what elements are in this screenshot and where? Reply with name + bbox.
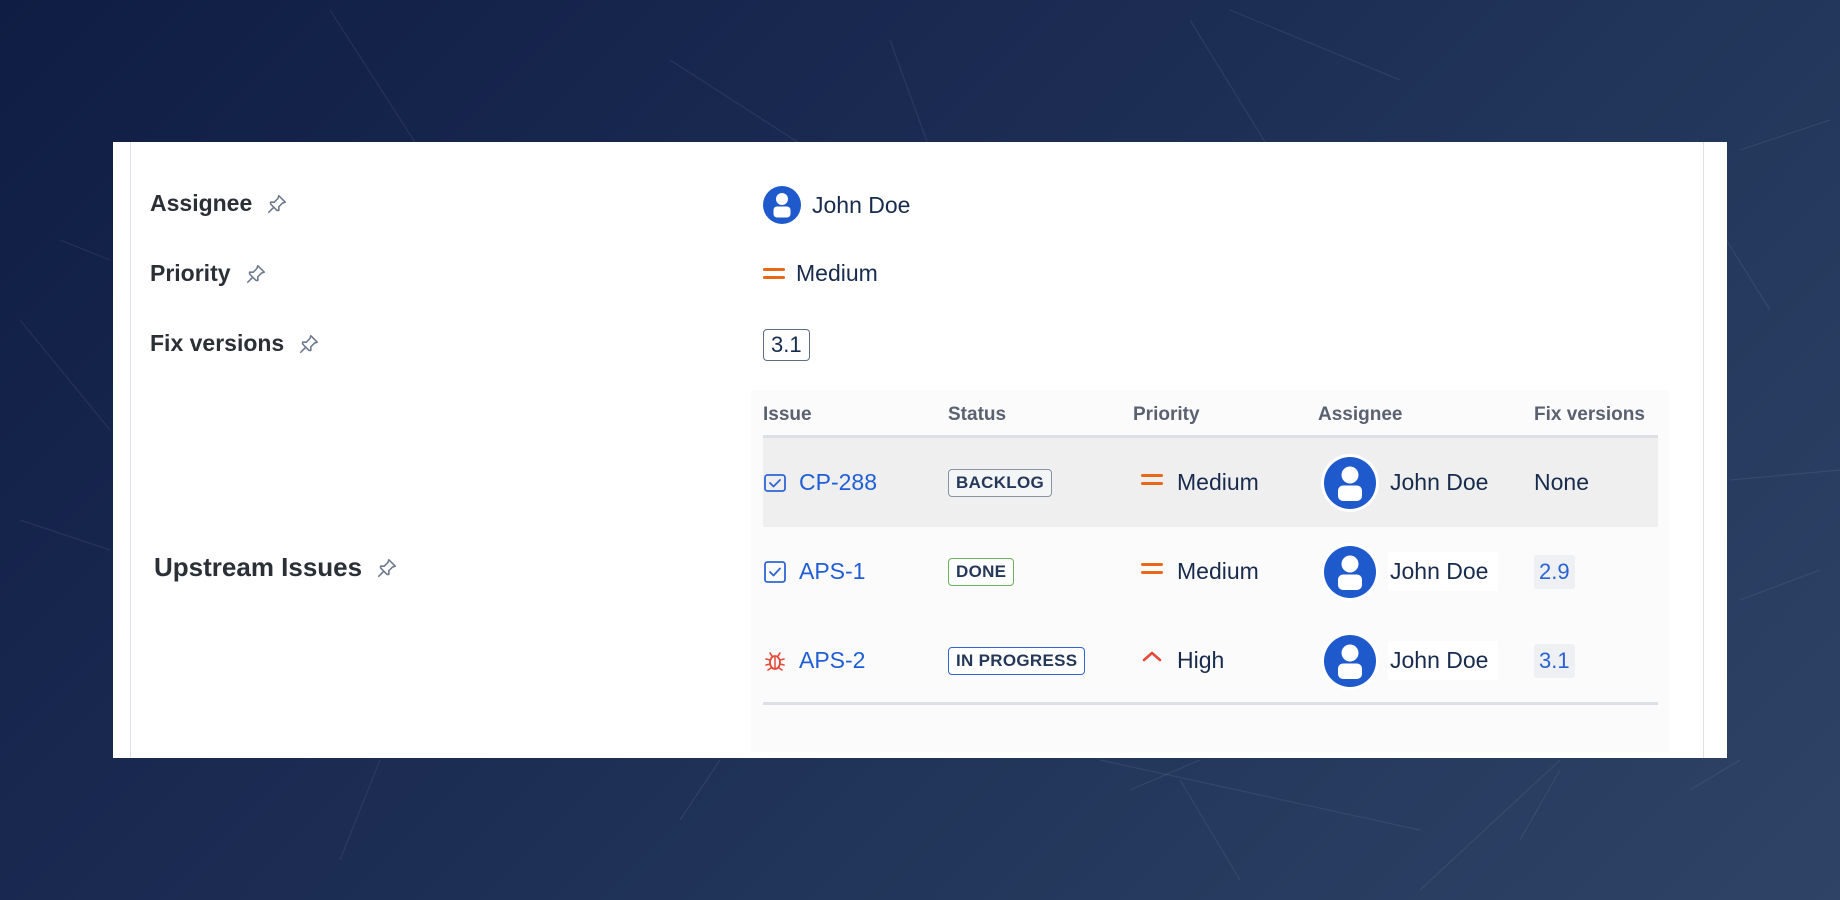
bug-icon <box>765 651 785 671</box>
avatar-icon <box>1324 634 1376 687</box>
fix-version-none: None <box>1534 469 1589 495</box>
assignee-cell: John Doe <box>1324 438 1498 527</box>
assignee-chip[interactable]: John Doe <box>1324 634 1499 687</box>
panel-divider-left <box>130 142 131 758</box>
upstream-issues-label: Upstream Issues <box>154 552 398 583</box>
column-header-issue[interactable]: Issue <box>763 404 812 426</box>
status-cell: BACKLOG <box>948 438 1053 527</box>
priority-medium-icon <box>763 267 785 279</box>
upstream-issues-table: Issue Status Priority Assignee Fix versi… <box>751 390 1669 752</box>
issue-key-link[interactable]: APS-2 <box>799 647 865 674</box>
fix-versions-field-label: Fix versions <box>150 330 320 357</box>
fix-versions-label: Fix versions <box>150 330 285 356</box>
priority-cell: Medium <box>1141 438 1259 527</box>
fix-versions-cell: 2.9 <box>1534 527 1575 616</box>
fix-versions-value[interactable]: 3.1 <box>763 329 810 361</box>
status-cell: IN PROGRESS <box>948 616 1086 705</box>
column-header-status[interactable]: Status <box>948 404 1006 426</box>
issue-cell: APS-1 <box>763 527 865 616</box>
priority-label: Priority <box>150 260 231 286</box>
assignee-cell: John Doe <box>1324 616 1499 705</box>
assignee-name: John Doe <box>1390 469 1489 495</box>
fix-versions-cell: 3.1 <box>1534 616 1575 705</box>
fix-version-tag[interactable]: 2.9 <box>1534 554 1575 589</box>
priority-text: High <box>1177 647 1225 673</box>
task-icon <box>764 473 786 492</box>
status-lozenge[interactable]: DONE <box>948 557 1015 586</box>
panel-divider-right <box>1703 142 1704 758</box>
priority-text: Medium <box>1177 558 1259 584</box>
fix-version-tag[interactable]: 3.1 <box>1534 643 1575 678</box>
assignee-chip[interactable]: John Doe <box>1324 456 1498 509</box>
table-row[interactable]: CP-288 BACKLOG Medium John Doe None <box>763 438 1658 527</box>
task-icon <box>764 560 786 583</box>
priority-cell: High <box>1141 616 1224 705</box>
column-header-priority[interactable]: Priority <box>1133 404 1200 426</box>
fix-versions-cell: None <box>1534 438 1589 527</box>
priority-value[interactable]: Medium <box>763 260 878 287</box>
assignee-field-label: Assignee <box>150 190 288 217</box>
assignee-name: John Doe <box>1388 552 1499 591</box>
status-lozenge[interactable]: IN PROGRESS <box>948 646 1086 675</box>
priority-text: Medium <box>796 260 878 286</box>
avatar-icon <box>1324 456 1376 509</box>
priority-high-icon <box>1142 651 1162 661</box>
issue-key-link[interactable]: APS-1 <box>799 558 865 585</box>
fix-version-tag: 3.1 <box>763 329 810 361</box>
issue-cell: CP-288 <box>763 438 877 527</box>
pin-icon[interactable] <box>298 333 320 355</box>
column-header-fix-versions[interactable]: Fix versions <box>1534 404 1645 426</box>
assignee-value[interactable]: John Doe <box>763 186 910 224</box>
pin-icon[interactable] <box>266 193 288 215</box>
assignee-label: Assignee <box>150 190 253 216</box>
upstream-issues-title: Upstream Issues <box>154 552 363 582</box>
avatar-icon <box>1324 545 1376 598</box>
issue-key-link[interactable]: CP-288 <box>799 469 877 496</box>
issue-cell: APS-2 <box>763 616 865 705</box>
assignee-chip[interactable]: John Doe <box>1324 545 1499 598</box>
assignee-name: John Doe <box>1388 641 1499 680</box>
issue-details-panel: Assignee John Doe Priority Medium Fix ve… <box>113 142 1727 758</box>
table-row[interactable]: APS-1 DONE Medium John Doe 2.9 <box>763 527 1658 616</box>
pin-icon[interactable] <box>245 263 267 285</box>
priority-cell: Medium <box>1141 527 1259 616</box>
assignee-cell: John Doe <box>1324 527 1499 616</box>
assignee-name: John Doe <box>812 191 911 218</box>
column-header-assignee[interactable]: Assignee <box>1318 404 1402 426</box>
avatar-icon <box>763 186 801 224</box>
priority-medium-icon <box>1141 473 1163 485</box>
status-cell: DONE <box>948 527 1015 616</box>
status-lozenge[interactable]: BACKLOG <box>948 468 1053 497</box>
priority-text: Medium <box>1177 469 1259 495</box>
table-row[interactable]: APS-2 IN PROGRESS High John Doe 3.1 <box>763 616 1658 705</box>
table-footer-divider <box>763 702 1658 705</box>
priority-medium-icon <box>1141 562 1163 574</box>
pin-icon[interactable] <box>376 557 398 579</box>
priority-field-label: Priority <box>150 260 267 287</box>
